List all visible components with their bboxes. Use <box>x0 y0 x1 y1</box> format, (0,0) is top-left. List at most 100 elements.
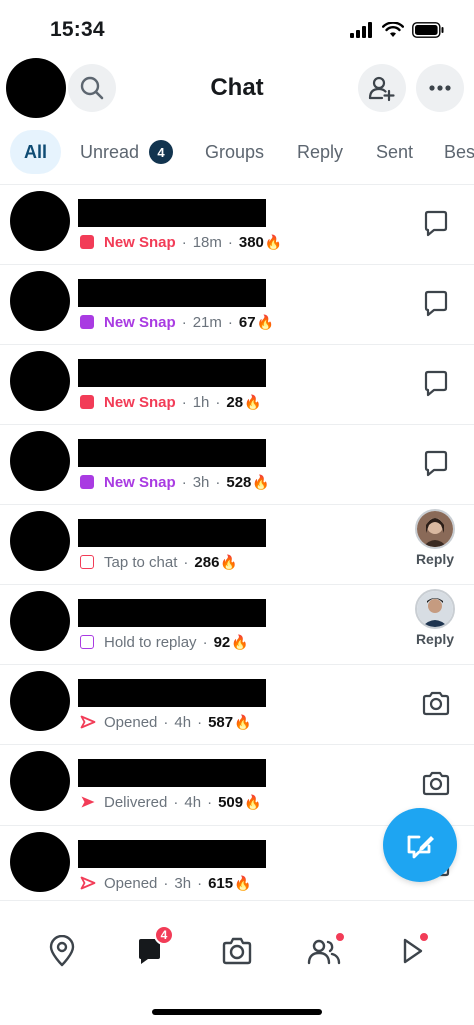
separator-dot: · <box>227 233 233 251</box>
streak-count: 92 <box>213 633 231 651</box>
friend-avatar[interactable] <box>10 351 70 411</box>
chat-status: Opened <box>104 874 158 892</box>
tab-all[interactable]: All <box>10 130 62 174</box>
redacted-name <box>78 519 266 547</box>
open-chat-button[interactable] <box>418 365 454 401</box>
friend-avatar[interactable] <box>10 511 70 571</box>
chat-time: 18m <box>192 233 222 251</box>
more-button[interactable] <box>416 64 464 112</box>
snap-square-icon <box>80 235 94 249</box>
friend-avatar[interactable] <box>10 832 70 892</box>
more-icon <box>429 85 451 91</box>
opened-arrow-icon <box>80 715 96 729</box>
chat-row[interactable]: New Snap · 18m · 380 🔥 <box>0 184 474 264</box>
reply-button[interactable]: Reply <box>414 509 456 567</box>
streak-count: 28 <box>226 393 244 411</box>
header: Chat <box>0 58 474 122</box>
new-chat-icon <box>407 835 434 859</box>
friend-avatar[interactable] <box>10 191 70 251</box>
tab-label: Reply <box>297 141 344 162</box>
chat-icon <box>423 289 449 317</box>
tab-groups[interactable]: Groups <box>205 130 264 174</box>
chat-row[interactable]: Opened · 4h · 587 🔥 <box>0 664 474 744</box>
tab-label: Sent <box>376 141 414 162</box>
separator-dot: · <box>227 313 233 331</box>
chat-icon <box>423 209 449 237</box>
streak-count: 286 <box>194 553 220 571</box>
new-chat-button[interactable] <box>383 808 457 882</box>
separator-dot: · <box>163 874 169 892</box>
tab-sent[interactable]: Sent <box>376 130 413 174</box>
friend-avatar[interactable] <box>10 591 70 651</box>
separator-dot: · <box>197 713 203 731</box>
separator-dot: · <box>215 393 221 411</box>
home-indicator <box>152 1009 322 1015</box>
fire-icon: 🔥 <box>256 313 274 330</box>
opened-arrow-icon <box>80 876 96 890</box>
open-chat-button[interactable] <box>418 285 454 321</box>
chat-row[interactable]: New Snap · 3h · 528 🔥 <box>0 424 474 504</box>
fire-icon: 🔥 <box>220 553 238 570</box>
nav-friends[interactable] <box>302 929 346 973</box>
chat-time: 4h <box>184 793 202 811</box>
tab-unread[interactable]: Unread 4 <box>80 130 174 174</box>
chat-status: New Snap <box>104 233 176 251</box>
separator-dot: · <box>181 233 187 251</box>
redacted-name <box>78 679 266 707</box>
nav-spotlight[interactable] <box>390 929 434 973</box>
separator-dot: · <box>197 874 203 892</box>
add-friend-icon <box>368 76 395 102</box>
redacted-name <box>78 759 266 787</box>
redacted-name <box>78 439 266 467</box>
camera-reply-button[interactable] <box>418 685 454 721</box>
spotlight-notification-dot <box>418 931 430 943</box>
separator-dot: · <box>181 393 187 411</box>
fire-icon: 🔥 <box>231 633 249 650</box>
friend-avatar[interactable] <box>10 431 70 491</box>
fire-icon: 🔥 <box>244 393 262 410</box>
chat-row[interactable]: New Snap · 1h · 28 🔥 <box>0 344 474 424</box>
chat-icon <box>423 449 449 477</box>
tab-label: Bes <box>444 141 474 162</box>
add-friend-button[interactable] <box>358 64 406 112</box>
chat-meta: Tap to chat · 286 🔥 <box>80 551 238 573</box>
reply-button[interactable]: Reply <box>414 589 456 647</box>
chat-row[interactable]: Tap to chat · 286 🔥 Reply <box>0 504 474 584</box>
streak-count: 380 <box>238 233 264 251</box>
streak-count: 509 <box>218 793 244 811</box>
separator-dot: · <box>181 313 187 331</box>
filter-tabs: All Unread 4 Groups Reply Sent Bes <box>0 130 474 174</box>
chat-meta: Opened · 4h · 587 🔥 <box>80 711 252 733</box>
friend-avatar[interactable] <box>10 271 70 331</box>
redacted-name <box>78 199 266 227</box>
chat-row[interactable]: New Snap · 21m · 67 🔥 <box>0 264 474 344</box>
chat-time: 21m <box>192 313 222 331</box>
tab-reply[interactable]: Reply <box>297 130 343 174</box>
tab-label: Groups <box>205 141 265 162</box>
nav-chat[interactable]: 4 <box>128 925 174 973</box>
nav-map[interactable] <box>40 929 84 973</box>
friend-avatar[interactable] <box>10 751 70 811</box>
fire-icon: 🔥 <box>252 473 270 490</box>
wifi-icon <box>382 22 404 37</box>
camera-icon <box>421 690 451 716</box>
reply-avatar <box>415 509 455 549</box>
open-chat-button[interactable] <box>418 445 454 481</box>
tab-best-friends[interactable]: Bes <box>444 130 474 174</box>
chat-status: New Snap <box>104 313 176 331</box>
reply-label: Reply <box>415 631 455 647</box>
chat-row[interactable]: Hold to replay · 92 🔥 Reply <box>0 584 474 664</box>
open-chat-button[interactable] <box>418 205 454 241</box>
separator-dot: · <box>163 713 169 731</box>
map-icon <box>49 935 75 967</box>
separator-dot: · <box>183 553 189 571</box>
chat-meta: New Snap · 1h · 28 🔥 <box>80 391 262 413</box>
nav-camera[interactable] <box>215 929 259 973</box>
camera-reply-button[interactable] <box>418 765 454 801</box>
redacted-name <box>78 840 266 868</box>
chat-meta: New Snap · 18m · 380 🔥 <box>80 231 282 253</box>
chat-meta: Delivered · 4h · 509 🔥 <box>80 791 262 813</box>
friend-avatar[interactable] <box>10 671 70 731</box>
reply-avatar <box>415 589 455 629</box>
friends-notification-dot <box>334 931 346 943</box>
